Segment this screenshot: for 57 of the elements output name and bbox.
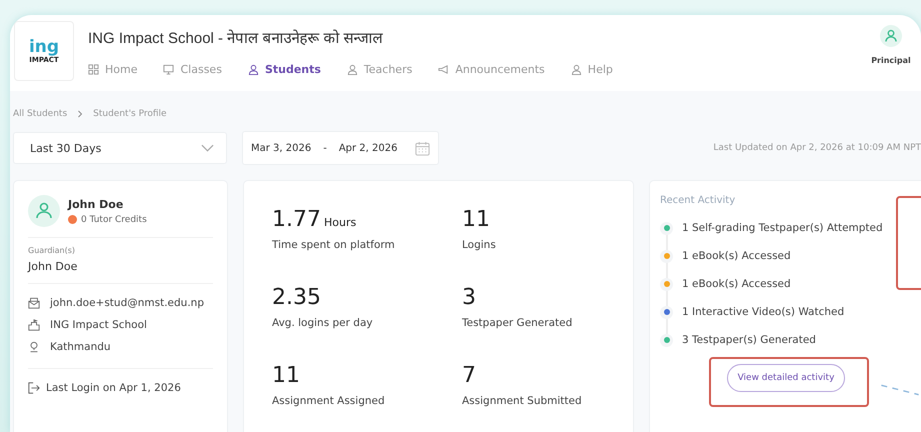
chevron-down-icon bbox=[201, 144, 214, 152]
activity-text: 1 eBook(s) Accessed bbox=[682, 278, 791, 290]
student-name: John Doe bbox=[68, 198, 124, 210]
student-avatar-icon bbox=[28, 195, 60, 227]
grid-icon bbox=[88, 64, 99, 75]
activity-text: 1 eBook(s) Accessed bbox=[682, 250, 791, 262]
detail-text: Kathmandu bbox=[50, 341, 111, 353]
detail-text: ING Impact School bbox=[50, 319, 147, 331]
person-icon bbox=[570, 64, 582, 75]
activity-text: 1 Interactive Video(s) Watched bbox=[682, 306, 844, 318]
dashed-connector bbox=[880, 383, 920, 397]
login-icon bbox=[28, 382, 40, 394]
nav-tab[interactable]: Help bbox=[570, 63, 613, 76]
student-icon bbox=[248, 64, 259, 75]
coin-icon bbox=[68, 215, 77, 224]
view-activity-button[interactable]: View detailed activity bbox=[727, 364, 845, 392]
stat-unit: Hours bbox=[324, 216, 356, 229]
chevron-right-icon bbox=[77, 110, 84, 118]
nav-tab[interactable]: Announcements bbox=[438, 63, 545, 76]
nav-tab[interactable]: Students bbox=[248, 63, 321, 76]
school-title: ING Impact School - नेपाल बनाउनेहरू को सन्जाल bbox=[88, 28, 384, 47]
stat-value: 3 bbox=[462, 285, 476, 310]
activity-text: 3 Testpaper(s) Generated bbox=[682, 334, 816, 346]
stat-value: 2.35 bbox=[272, 285, 321, 310]
stat-value: 7 bbox=[462, 363, 476, 388]
stat-label: Avg. logins per day bbox=[272, 317, 374, 329]
nav-tab[interactable]: Classes bbox=[163, 63, 222, 76]
location-pin-icon bbox=[28, 341, 40, 353]
tutor-credits: 0 Tutor Credits bbox=[81, 214, 147, 224]
stat-label: Logins bbox=[462, 239, 497, 251]
period-dropdown[interactable]: Last 30 Days bbox=[13, 132, 227, 164]
user-avatar-icon[interactable] bbox=[880, 25, 902, 47]
stat-value: 1.77 bbox=[272, 207, 321, 232]
mail-icon bbox=[28, 297, 40, 309]
guardian-name: John Doe bbox=[28, 260, 78, 273]
stat-label: Assignment Assigned bbox=[272, 395, 386, 407]
user-role: Principal bbox=[871, 56, 911, 65]
calendar-icon bbox=[415, 140, 430, 156]
stat-label: Time spent on platform bbox=[272, 239, 396, 251]
stat-label: Assignment Submitted bbox=[462, 395, 583, 407]
nav-tab[interactable]: Home bbox=[88, 63, 138, 76]
stat-value: 11 bbox=[462, 207, 490, 232]
breadcrumb-link[interactable]: All Students bbox=[13, 108, 68, 118]
megaphone-icon bbox=[438, 64, 450, 75]
stat-value: 11 bbox=[272, 363, 300, 388]
nav-tab[interactable]: Teachers bbox=[346, 63, 412, 76]
stat-label: Testpaper Generated bbox=[462, 317, 574, 329]
last-updated-text: Last Updated on Apr 2, 2026 at 10:09 AM NPT bbox=[713, 143, 921, 153]
breadcrumb-current: Student's Profile bbox=[93, 108, 167, 118]
building-icon bbox=[28, 319, 40, 331]
detail-text: john.doe+stud@nmst.edu.np bbox=[50, 297, 204, 309]
date-range-picker[interactable]: Mar 3, 2026 - Apr 2, 2026 bbox=[242, 131, 439, 165]
card-title: Recent Activity bbox=[660, 195, 736, 206]
activity-text: 1 Self-grading Testpaper(s) Attempted bbox=[682, 222, 883, 234]
last-login-text: Last Login on Apr 1, 2026 bbox=[46, 382, 181, 394]
board-icon bbox=[163, 64, 174, 75]
guardian-label: Guardian(s) bbox=[28, 246, 76, 255]
